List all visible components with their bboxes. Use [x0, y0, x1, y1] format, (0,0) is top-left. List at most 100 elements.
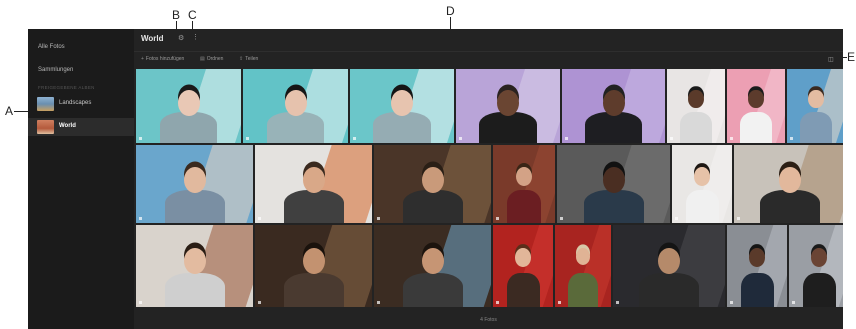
photo-subject-head	[748, 89, 764, 108]
photo-thumbnail[interactable]	[787, 69, 843, 143]
photo-grid	[134, 69, 843, 309]
photo-subject-body	[402, 272, 463, 307]
photo-subject-body	[800, 111, 832, 143]
photo-select-marker	[730, 137, 733, 140]
callout-b: B	[172, 8, 181, 22]
sidebar-item-collections[interactable]: Sammlungen	[38, 67, 73, 73]
photo-select-marker	[558, 301, 561, 304]
photo-subject-head	[183, 166, 206, 194]
photo-select-marker	[246, 137, 249, 140]
photo-subject-head	[421, 166, 444, 194]
sidebar-album-label: World	[59, 123, 76, 129]
main-panel: World ⚙ ⋮ + Fotos hinzufügen ▤ Ordnen ⇪ Tei…	[134, 29, 843, 329]
photo-select-marker	[670, 137, 673, 140]
photo-subject-head	[688, 89, 704, 108]
photo-select-marker	[737, 217, 740, 220]
photo-subject-head	[284, 89, 307, 117]
photo-subject-body	[583, 190, 644, 223]
view-toggle-icon[interactable]: ◫	[828, 56, 834, 63]
photo-select-marker	[377, 217, 380, 220]
sidebar-album-world[interactable]: World	[28, 118, 134, 136]
info-icon[interactable]: ⚙	[178, 34, 184, 42]
photo-thumbnail[interactable]	[456, 69, 560, 143]
sidebar-section-header: FREIGEGEBENE ALBEN	[38, 85, 95, 90]
callout-e: E	[847, 50, 856, 64]
photo-thumbnail[interactable]	[374, 225, 491, 307]
toolbar: + Fotos hinzufügen ▤ Ordnen ⇪ Teilen ◫	[134, 51, 843, 66]
photo-select-marker	[616, 301, 619, 304]
photo-select-marker	[790, 137, 793, 140]
photo-subject-head	[421, 247, 444, 275]
photo-subject-body	[680, 111, 712, 143]
photo-subject-head	[515, 166, 533, 187]
photo-thumbnail[interactable]	[350, 69, 454, 143]
album-thumbnail	[37, 97, 54, 111]
photo-subject-head	[808, 89, 824, 108]
photo-subject-body	[164, 272, 225, 307]
add-photos-button[interactable]: + Fotos hinzufügen	[141, 56, 184, 62]
photo-thumbnail[interactable]	[493, 145, 555, 223]
photo-select-marker	[565, 137, 568, 140]
photo-thumbnail[interactable]	[672, 145, 732, 223]
photo-select-marker	[258, 301, 261, 304]
photos-app-window: Alle Fotos Sammlungen FREIGEGEBENE ALBEN…	[28, 29, 843, 329]
photo-select-marker	[377, 301, 380, 304]
photo-thumbnail[interactable]	[557, 145, 670, 223]
callout-d: D	[446, 4, 455, 18]
photo-thumbnail[interactable]	[667, 69, 725, 143]
photo-thumbnail[interactable]	[789, 225, 843, 307]
photo-subject-head	[779, 166, 801, 194]
more-icon[interactable]: ⋮	[192, 33, 199, 41]
photo-thumbnail[interactable]	[493, 225, 553, 307]
photo-select-marker	[258, 217, 261, 220]
add-photos-label: Fotos hinzufügen	[145, 56, 185, 62]
photo-subject-body	[639, 272, 699, 307]
photo-subject-body	[283, 272, 344, 307]
sort-icon: ▤	[200, 56, 205, 62]
photo-thumbnail[interactable]	[562, 69, 665, 143]
photo-count: 4 Fotos	[480, 317, 497, 323]
photo-thumbnail[interactable]	[555, 225, 611, 307]
photo-select-marker	[496, 217, 499, 220]
photo-thumbnail[interactable]	[136, 225, 253, 307]
sort-label: Ordnen	[206, 56, 224, 62]
share-button[interactable]: ⇪ Teilen	[239, 56, 258, 62]
sidebar-album-landscapes[interactable]: Landscapes	[28, 95, 134, 113]
photo-subject-body	[506, 190, 542, 223]
photo-thumbnail[interactable]	[374, 145, 491, 223]
photo-subject-head	[811, 247, 827, 267]
photo-select-marker	[139, 137, 142, 140]
photo-thumbnail[interactable]	[243, 69, 348, 143]
photo-subject-head	[302, 247, 325, 275]
photo-subject-body	[506, 272, 540, 307]
photo-subject-body	[740, 111, 772, 143]
sidebar-item-all-photos[interactable]: Alle Fotos	[38, 44, 65, 50]
photo-thumbnail[interactable]	[136, 69, 241, 143]
photo-subject-body	[760, 190, 820, 223]
sort-button[interactable]: ▤ Ordnen	[200, 56, 223, 62]
photo-select-marker	[496, 301, 499, 304]
photo-thumbnail[interactable]	[727, 225, 787, 307]
photo-subject-body	[159, 111, 218, 143]
photo-subject-body	[802, 272, 836, 307]
photo-thumbnail[interactable]	[734, 145, 843, 223]
album-title: World	[141, 34, 164, 43]
photo-subject-head	[177, 89, 200, 117]
photo-thumbnail[interactable]	[255, 145, 372, 223]
photo-thumbnail[interactable]	[255, 225, 372, 307]
photo-subject-head	[183, 247, 206, 275]
album-thumbnail	[37, 120, 54, 134]
photo-subject-head	[602, 89, 625, 117]
photo-subject-head	[515, 247, 531, 267]
photo-select-marker	[560, 217, 563, 220]
photo-select-marker	[353, 137, 356, 140]
photo-thumbnail[interactable]	[613, 225, 725, 307]
photo-select-marker	[139, 217, 142, 220]
photo-subject-body	[373, 111, 431, 143]
photo-select-marker	[675, 217, 678, 220]
photo-subject-body	[567, 272, 599, 307]
photo-thumbnail[interactable]	[136, 145, 253, 223]
photo-thumbnail[interactable]	[727, 69, 785, 143]
sidebar-album-label: Landscapes	[59, 100, 92, 106]
photo-subject-body	[585, 111, 642, 143]
